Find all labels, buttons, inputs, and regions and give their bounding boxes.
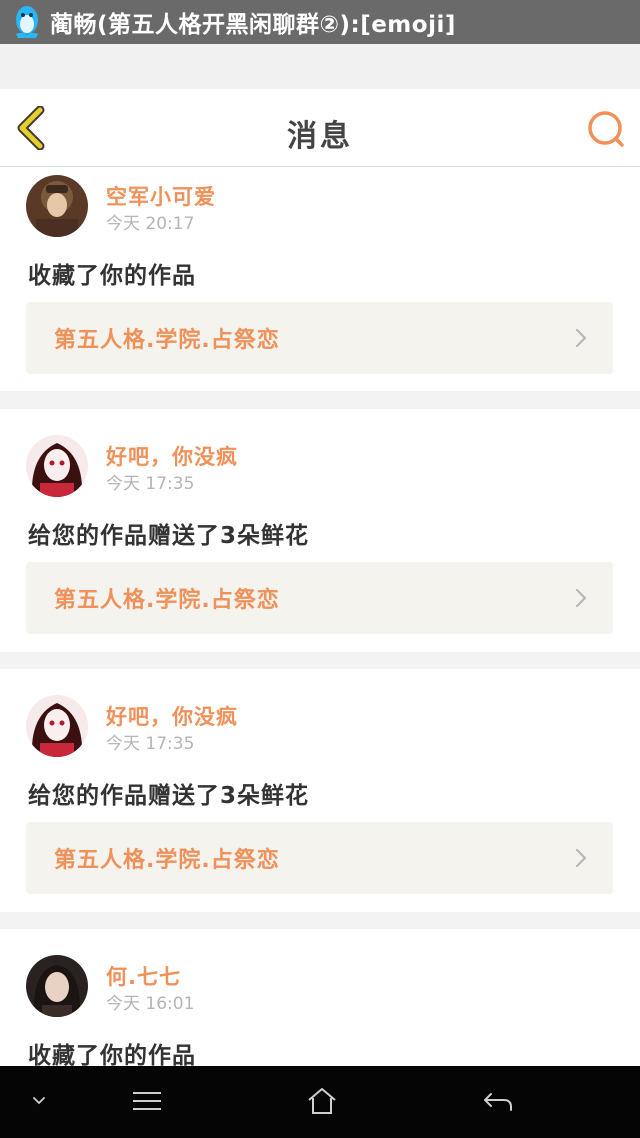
page-title: 消息 [287,119,353,154]
notification-text: 蔺畅(第五人格开黑闲聊群②):[emoji] [50,12,456,38]
back-arrow-icon[interactable] [482,1090,514,1114]
work-title: 第五人格.学院.占祭恋 [54,328,280,353]
timestamp: 今天 17:35 [106,734,195,754]
work-title: 第五人格.学院.占祭恋 [54,848,280,873]
action-text: 给您的作品赠送了3朵鲜花 [28,523,310,549]
message-card: 空军小可爱 今天 20:17 收藏了你的作品 第五人格.学院.占祭恋 [0,167,640,391]
message-card: 好吧，你没疯 今天 17:35 给您的作品赠送了3朵鲜花 第五人格.学院.占祭恋 [0,409,640,652]
action-text: 给您的作品赠送了3朵鲜花 [28,783,310,809]
home-icon[interactable] [306,1086,338,1116]
header-gap [0,44,640,89]
notification-bar[interactable]: 蔺畅(第五人格开黑闲聊群②):[emoji] [0,0,640,44]
timestamp: 今天 20:17 [106,214,195,234]
work-title: 第五人格.学院.占祭恋 [54,588,280,613]
timestamp: 今天 17:35 [106,474,195,494]
username[interactable]: 好吧，你没疯 [106,441,238,471]
work-link[interactable]: 第五人格.学院.占祭恋 [26,302,613,374]
chevron-down-icon[interactable] [32,1096,46,1106]
screen: 蔺畅(第五人格开黑闲聊群②):[emoji] 消息 空军小可爱 今天 20:17 [0,0,640,1138]
search-icon[interactable] [586,109,626,149]
username[interactable]: 何.七七 [106,961,181,991]
menu-icon[interactable] [132,1090,162,1112]
app-header: 消息 [0,89,640,167]
username[interactable]: 好吧，你没疯 [106,701,238,731]
username[interactable]: 空军小可爱 [106,181,216,211]
avatar[interactable] [26,435,88,497]
avatar[interactable] [26,955,88,1017]
qq-penguin-icon [16,6,38,38]
chevron-right-icon [575,588,587,608]
avatar[interactable] [26,175,88,237]
message-card: 好吧，你没疯 今天 17:35 给您的作品赠送了3朵鲜花 第五人格.学院.占祭恋 [0,669,640,912]
timestamp: 今天 16:01 [106,994,195,1014]
action-text: 收藏了你的作品 [28,1043,196,1069]
chevron-right-icon [575,328,587,348]
system-nav-bar [0,1066,640,1138]
action-text: 收藏了你的作品 [28,263,196,289]
avatar[interactable] [26,695,88,757]
work-link[interactable]: 第五人格.学院.占祭恋 [26,822,613,894]
chevron-right-icon [575,848,587,868]
work-link[interactable]: 第五人格.学院.占祭恋 [26,562,613,634]
